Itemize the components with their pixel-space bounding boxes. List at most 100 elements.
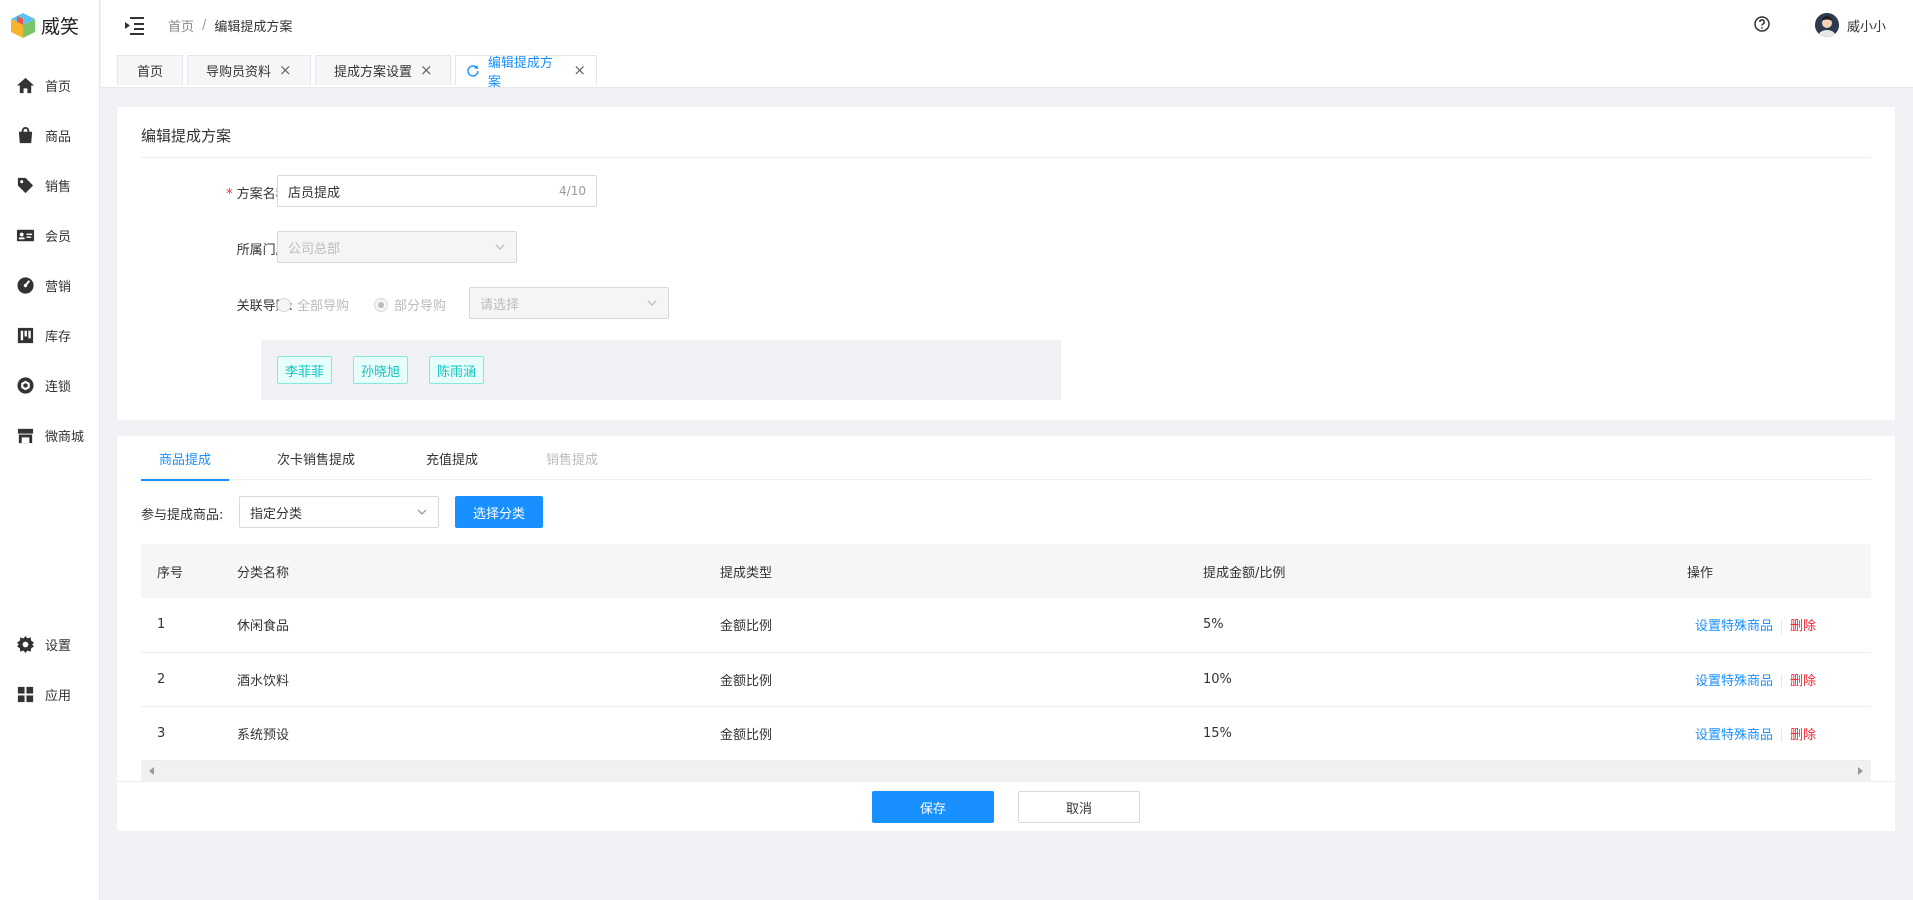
guide-select-placeholder: 请选择	[480, 297, 520, 313]
column-header: 提成金额/比例	[1187, 544, 1671, 598]
tab-edit-commission[interactable]: 编辑提成方案 ×	[455, 55, 597, 90]
radio-all-guides: 全部导购	[277, 295, 349, 314]
plan-name-value: 店员提成	[288, 185, 341, 201]
menu-toggle-icon[interactable]	[124, 15, 146, 35]
cell-actions: 设置特殊商品 删除	[1671, 652, 1871, 707]
brand-name: 威笑	[41, 15, 80, 38]
help-icon[interactable]	[1753, 15, 1771, 33]
cell-no: 2	[141, 652, 221, 707]
sidebar-item-inventory[interactable]: 库存	[0, 310, 99, 360]
sidebar-item-member[interactable]: 会员	[0, 210, 99, 260]
tab-label: 首页	[136, 65, 163, 80]
breadcrumb: 首页 / 编辑提成方案	[168, 16, 292, 35]
cell-name: 系统预设	[221, 706, 704, 761]
radio-label: 全部导购	[297, 299, 350, 314]
chevron-down-icon	[417, 509, 427, 515]
breadcrumb-home[interactable]: 首页	[168, 16, 194, 35]
guide-tag[interactable]: 陈雨涵	[429, 356, 485, 384]
sidebar-item-apps[interactable]: 应用	[0, 669, 99, 719]
avatar	[1815, 13, 1839, 37]
tab-commission-settings[interactable]: 提成方案设置 ×	[315, 55, 451, 85]
page-tabs-bar: 首页 导购员资料 × 提成方案设置 × 编辑提成方案 ×	[101, 50, 1913, 90]
close-icon[interactable]: ×	[420, 63, 433, 78]
set-special-goods-link[interactable]: 设置特殊商品	[1695, 728, 1773, 743]
sidebar-item-label: 微商城	[45, 429, 85, 445]
sidebar-item-sales[interactable]: 销售	[0, 160, 99, 210]
gear-icon	[16, 635, 35, 653]
delete-link[interactable]: 删除	[1790, 619, 1816, 634]
sidebar-item-settings[interactable]: 设置	[0, 619, 99, 669]
sidebar-item-marketing[interactable]: 营销	[0, 260, 99, 310]
top-header: 首页 / 编辑提成方案 威小小	[101, 0, 1913, 50]
close-icon[interactable]: ×	[573, 63, 586, 78]
horizontal-scrollbar[interactable]	[141, 761, 1871, 781]
radio-partial-guides: 部分导购	[374, 295, 446, 314]
tab-card-sales-commission[interactable]: 次卡销售提成	[277, 436, 355, 480]
guide-tag[interactable]: 李菲菲	[277, 356, 333, 384]
refresh-icon[interactable]	[466, 64, 480, 78]
table-row: 1 休闲食品 金额比例 5% 设置特殊商品 删除	[141, 598, 1871, 653]
guide-label: 关联导购:	[236, 299, 293, 314]
column-header: 分类名称	[221, 544, 704, 598]
sidebar-item-mall[interactable]: 微商城	[0, 410, 99, 460]
dashboard-icon	[17, 276, 34, 294]
table-row: 3 系统预设 金额比例 15% 设置特殊商品 删除	[141, 706, 1871, 761]
tab-guide-profile[interactable]: 导购员资料 ×	[187, 55, 311, 85]
plan-name-input[interactable]: 店员提成 4/10	[277, 175, 597, 207]
user-menu[interactable]: 威小小	[1815, 13, 1886, 37]
cube-logo-icon	[11, 13, 35, 38]
scroll-left-arrow-icon[interactable]	[149, 767, 154, 775]
chevron-down-icon	[647, 300, 657, 306]
chevron-down-icon	[495, 244, 505, 250]
cell-type: 金额比例	[704, 598, 1187, 653]
delete-link[interactable]: 删除	[1790, 674, 1816, 689]
delete-link[interactable]: 删除	[1790, 728, 1816, 743]
apps-grid-icon	[17, 686, 34, 702]
sidebar-item-label: 会员	[45, 229, 72, 245]
cell-rate: 10%	[1187, 652, 1671, 707]
tab-home[interactable]: 首页	[117, 55, 183, 85]
tab-label: 商品提成	[158, 452, 211, 468]
sidebar-nav: 首页 商品 销售 会员 营销 库存 连锁 微商城	[0, 60, 99, 460]
sidebar-item-home[interactable]: 首页	[0, 60, 99, 110]
cell-name: 酒水饮料	[221, 652, 704, 707]
cancel-button[interactable]: 取消	[1018, 791, 1140, 823]
required-asterisk: *	[226, 187, 233, 202]
sidebar-item-label: 库存	[45, 329, 72, 345]
inventory-icon	[17, 327, 34, 343]
sidebar-bottom-nav: 设置 应用	[0, 619, 99, 719]
tab-recharge-commission[interactable]: 充值提成	[426, 436, 478, 480]
set-special-goods-link[interactable]: 设置特殊商品	[1695, 619, 1773, 634]
sidebar-item-chain[interactable]: 连锁	[0, 360, 99, 410]
breadcrumb-current: 编辑提成方案	[214, 19, 293, 35]
set-special-goods-link[interactable]: 设置特殊商品	[1695, 674, 1773, 689]
close-icon[interactable]: ×	[279, 63, 292, 78]
tab-label: 次卡销售提成	[277, 452, 356, 468]
sidebar-item-label: 销售	[45, 179, 72, 195]
tab-label: 销售提成	[546, 452, 599, 468]
select-category-button[interactable]: 选择分类	[455, 496, 543, 528]
char-count: 4/10	[559, 184, 586, 198]
tab-label: 提成方案设置	[334, 65, 413, 80]
goods-select[interactable]: 指定分类	[239, 496, 439, 528]
sidebar-item-label: 营销	[45, 279, 72, 295]
table-header-row: 序号 分类名称 提成类型 提成金额/比例 操作	[141, 544, 1871, 598]
category-table: 序号 分类名称 提成类型 提成金额/比例 操作 1 休闲食品 金额比例 5% 设…	[141, 544, 1871, 761]
tab-sales-commission: 销售提成	[546, 436, 598, 480]
store-value: 公司总部	[288, 241, 341, 257]
guide-tag[interactable]: 孙晓旭	[353, 356, 409, 384]
column-header: 操作	[1671, 544, 1871, 598]
cell-name: 休闲食品	[221, 598, 704, 653]
radio-circle	[277, 297, 291, 312]
scroll-right-arrow-icon[interactable]	[1858, 767, 1863, 775]
save-button[interactable]: 保存	[872, 791, 994, 823]
tab-goods-commission[interactable]: 商品提成	[141, 436, 229, 481]
tab-label: 导购员资料	[206, 65, 272, 80]
radio-label: 部分导购	[394, 299, 447, 314]
sidebar-item-goods[interactable]: 商品	[0, 110, 99, 160]
footer-divider	[117, 781, 1895, 782]
cell-no: 1	[141, 598, 221, 653]
commission-tabs: 商品提成 次卡销售提成 充值提成 销售提成	[141, 436, 1871, 481]
commission-card: 商品提成 次卡销售提成 充值提成 销售提成 参与提成商品: 指定分类 选择分类 …	[117, 436, 1895, 831]
brand-logo[interactable]: 威笑	[0, 0, 99, 50]
